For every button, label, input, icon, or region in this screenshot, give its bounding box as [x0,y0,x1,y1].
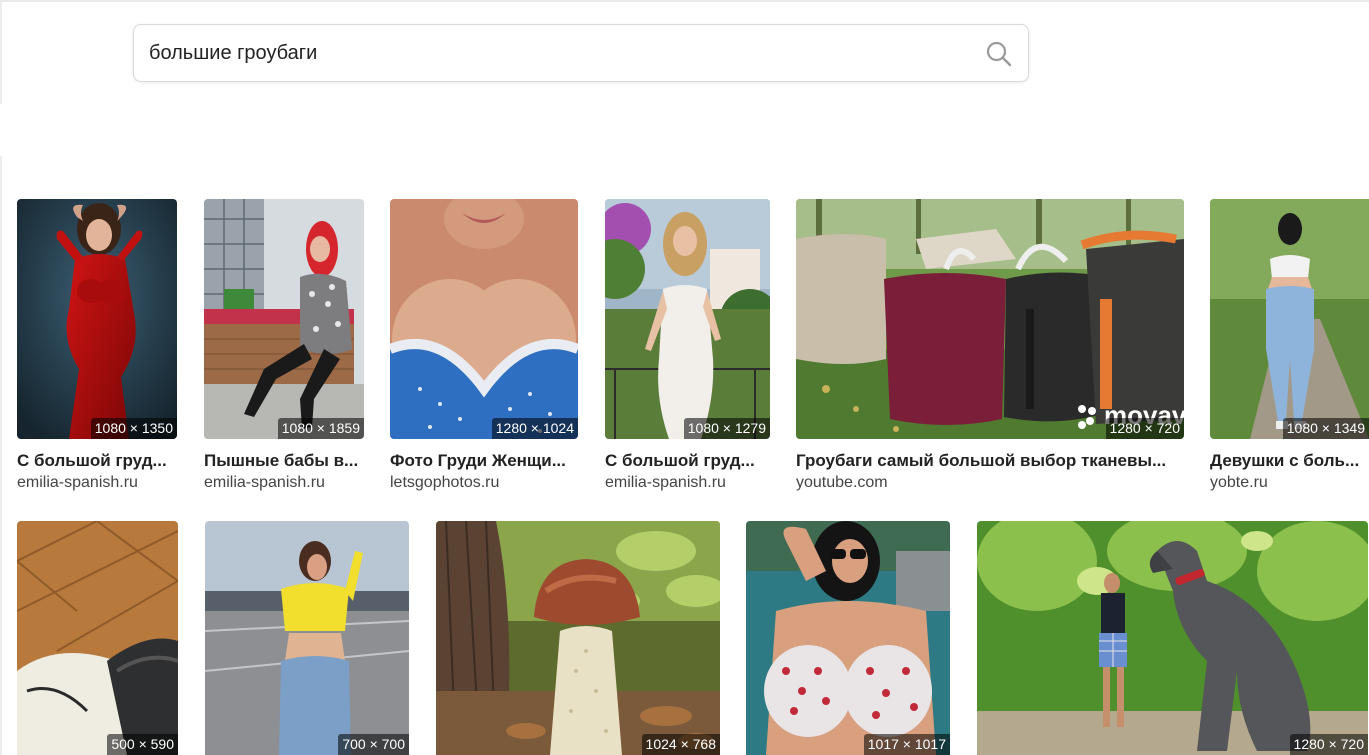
result-thumbnail[interactable]: 500 × 590 [17,521,178,755]
man-with-dog-image [977,521,1368,755]
result-card[interactable]: 1080 × 1349 Девушки с боль... yobte.ru [1210,199,1369,491]
result-thumbnail[interactable]: 1280 × 720 [977,521,1368,755]
image-dimensions: 1024 × 768 [641,734,720,755]
woman-white-dress-image [605,199,770,439]
result-title[interactable]: Пышные бабы в... [204,450,366,471]
result-domain[interactable]: letsgophotos.ru [390,473,499,493]
result-domain[interactable]: emilia-spanish.ru [204,473,325,493]
search-button[interactable] [984,39,1014,69]
top-border [0,0,1369,2]
image-dimensions: 1280 × 720 [1105,418,1184,439]
image-dimensions: 1280 × 1024 [491,418,578,439]
result-title[interactable]: Гроубаги самый большой выбор тканевы... [796,450,1184,471]
woman-red-dress-image [17,199,177,439]
result-thumbnail[interactable]: 1080 × 1350 [17,199,177,439]
image-dimensions: 1080 × 1349 [1282,418,1369,439]
result-thumbnail[interactable]: 1080 × 1859 [204,199,364,439]
result-thumbnail[interactable]: movav 1280 × 720 [796,199,1184,439]
search-bar [133,24,1029,82]
result-thumbnail[interactable]: 700 × 700 [205,521,409,755]
result-thumbnail[interactable]: 1024 × 768 [436,521,720,755]
grow-bags-image: movav [796,199,1184,439]
result-card[interactable]: movav 1280 × 720 Гроубаги самый большой … [796,199,1184,491]
left-rule [0,2,2,104]
image-dimensions: 1080 × 1279 [683,418,770,439]
mushroom-image [436,521,720,755]
image-dimensions: 1280 × 720 [1289,734,1368,755]
woman-in-park-image [1210,199,1369,439]
woman-sitting-image [204,199,364,439]
result-card[interactable]: 1080 × 1279 С большой груд... emilia-spa… [605,199,770,491]
result-title[interactable]: Фото Груди Женщи... [390,450,578,471]
result-domain[interactable]: yobte.ru [1210,473,1268,493]
result-title[interactable]: С большой груд... [17,450,177,471]
result-card[interactable]: 1017 × 1017 [746,521,950,755]
bag-on-floor-image [17,521,178,755]
search-icon [986,41,1012,67]
result-card[interactable]: 500 × 590 [17,521,178,755]
woman-yellow-top-image [205,521,409,755]
image-dimensions: 500 × 590 [107,734,178,755]
result-card[interactable]: 1280 × 1024 Фото Груди Женщи... letsgoph… [390,199,578,491]
result-card[interactable]: 700 × 700 [205,521,409,755]
image-dimensions: 700 × 700 [338,734,409,755]
search-input[interactable] [149,25,969,81]
image-dimensions: 1080 × 1350 [90,418,177,439]
closeup-image [390,199,578,439]
result-thumbnail[interactable]: 1017 × 1017 [746,521,950,755]
result-card[interactable]: 1080 × 1350 С большой груд... emilia-spa… [17,199,177,491]
result-domain[interactable]: youtube.com [796,473,888,493]
image-dimensions: 1017 × 1017 [863,734,950,755]
result-domain[interactable]: emilia-spanish.ru [17,473,138,493]
woman-sunglasses-image [746,521,950,755]
result-thumbnail[interactable]: 1280 × 1024 [390,199,578,439]
left-rule [0,156,2,755]
image-dimensions: 1080 × 1859 [277,418,364,439]
result-thumbnail[interactable]: 1080 × 1349 [1210,199,1369,439]
result-thumbnail[interactable]: 1080 × 1279 [605,199,770,439]
result-card[interactable]: 1024 × 768 [436,521,720,755]
result-card[interactable]: 1280 × 720 [977,521,1368,755]
result-title[interactable]: С большой груд... [605,450,770,471]
result-domain[interactable]: emilia-spanish.ru [605,473,726,493]
result-card[interactable]: 1080 × 1859 Пышные бабы в... emilia-span… [204,199,364,491]
result-title[interactable]: Девушки с боль... [1210,450,1369,471]
